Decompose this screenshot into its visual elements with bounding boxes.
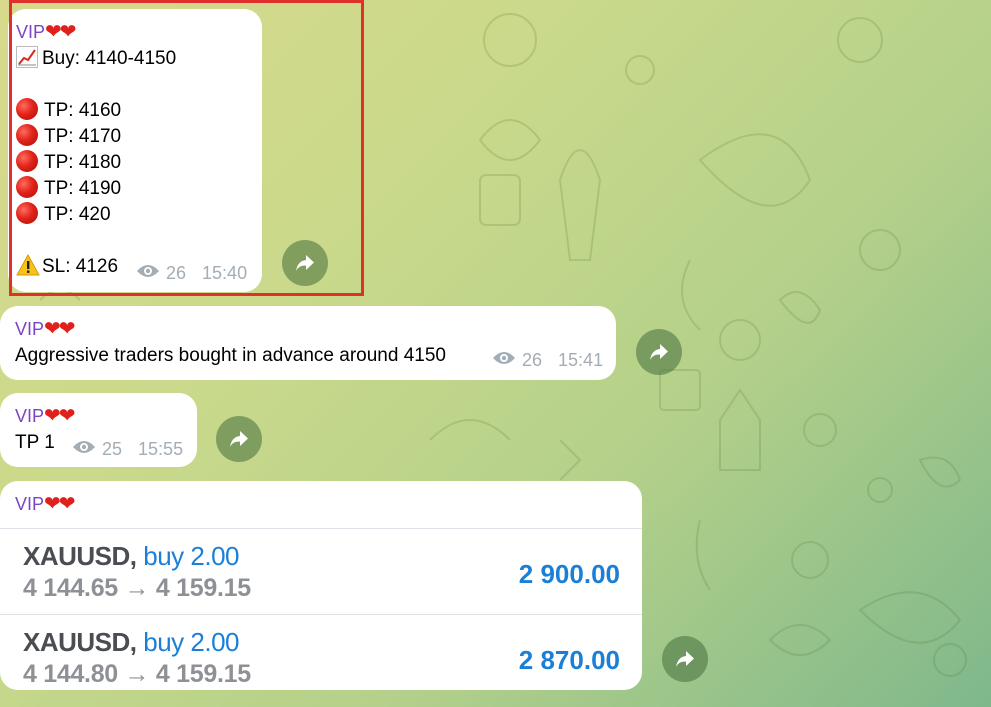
sender-name[interactable]: VIP [15, 319, 44, 339]
message-meta: 25 15:55 [72, 439, 183, 460]
trade-profit: 2 870.00 [518, 645, 620, 675]
trade-row: XAUUSD, buy 2.00 4 144.80 → 4 159.15 2 8… [0, 614, 642, 699]
trade-profit: 2 900.00 [518, 559, 620, 589]
message-time: 15:55 [138, 439, 184, 459]
sender-name[interactable]: VIP [15, 494, 44, 514]
trade-symbol-line: XAUUSD, buy 2.00 [23, 627, 239, 658]
share-arrow-icon[interactable] [662, 636, 708, 682]
hearts-emoji: ❤❤ [44, 318, 75, 340]
sender-line: VIP❤❤ [15, 491, 75, 518]
share-arrow-icon[interactable] [216, 416, 262, 462]
message-meta: 26 15:41 [492, 350, 603, 371]
share-arrow-icon[interactable] [282, 240, 328, 286]
sender-line: VIP❤❤ [15, 403, 197, 430]
message-time: 15:41 [558, 350, 604, 370]
message-bubble-text[interactable]: VIP❤❤ TP 1 25 15:55 [0, 393, 197, 467]
share-arrow-icon[interactable] [636, 329, 682, 375]
view-count: 26 [522, 350, 543, 370]
trade-price: 4 144.65 → 4 159.15 [23, 574, 251, 602]
trade-side: buy 2.00 [143, 541, 239, 571]
trade-symbol: XAUUSD, [23, 541, 137, 571]
message-bubble-text[interactable]: VIP❤❤ Aggressive traders bought in advan… [0, 306, 616, 380]
eye-icon [72, 439, 96, 460]
trade-price: 4 144.80 → 4 159.15 [23, 660, 251, 688]
trade-row: XAUUSD, buy 2.00 4 144.65 → 4 159.15 2 9… [0, 528, 642, 613]
trade-symbol: XAUUSD, [23, 627, 137, 657]
hearts-emoji: ❤❤ [44, 405, 75, 427]
view-count: 25 [102, 439, 123, 459]
trade-symbol-line: XAUUSD, buy 2.00 [23, 541, 239, 572]
sender-line: VIP❤❤ [15, 316, 616, 343]
trade-side: buy 2.00 [143, 627, 239, 657]
eye-icon [492, 350, 516, 371]
hearts-emoji: ❤❤ [44, 493, 75, 515]
sender-name[interactable]: VIP [15, 406, 44, 426]
message-bubble-trades[interactable]: VIP❤❤ XAUUSD, buy 2.00 4 144.65 → 4 159.… [0, 481, 642, 690]
